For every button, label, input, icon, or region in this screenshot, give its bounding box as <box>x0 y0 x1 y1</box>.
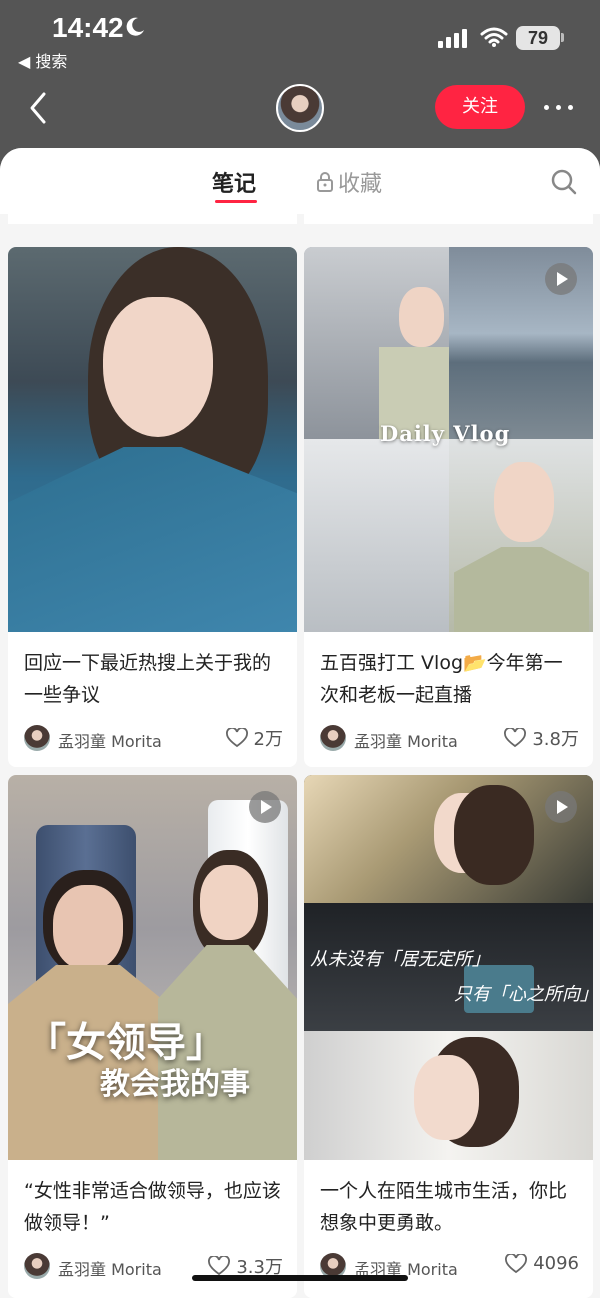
blazer-shape <box>8 447 297 632</box>
heart-icon <box>225 728 248 748</box>
post-card[interactable]: 「女领导」 教会我的事 “女性非常适合做领导，也应该做领导！” 孟羽童 Mori… <box>8 775 297 1298</box>
like-count: 4096 <box>533 1253 579 1274</box>
battery-tip <box>561 33 564 42</box>
author-avatar[interactable] <box>320 725 346 751</box>
status-time: 14:42 <box>52 12 124 43</box>
overlay-caption: Daily Vlog <box>380 421 511 446</box>
post-title[interactable]: 五百强打工 Vlog📂今年第一次和老板一起直播 <box>320 647 580 711</box>
status-bar: 14:42 ◀ 搜索 79 <box>0 0 600 80</box>
overlay-caption: 从未没有「居无定所」 <box>310 949 490 970</box>
author-name[interactable]: 孟羽童 Morita <box>354 728 458 752</box>
wifi-icon <box>480 27 508 47</box>
heart-icon <box>505 1253 528 1273</box>
post-card[interactable]: 从未没有「居无定所」 只有「心之所向」 一个人在陌生城市生活，你比想象中更勇敢。… <box>304 775 593 1298</box>
moon-icon <box>126 17 144 36</box>
post-title[interactable]: 一个人在陌生城市生活，你比想象中更勇敢。 <box>320 1175 580 1239</box>
author-name[interactable]: 孟羽童 Morita <box>58 1256 162 1280</box>
video-play-icon <box>249 791 281 823</box>
previous-post-stub <box>8 214 297 224</box>
profile-avatar[interactable] <box>276 84 324 132</box>
author-name[interactable]: 孟羽童 Morita <box>58 728 162 752</box>
face-shape <box>414 1055 479 1140</box>
post-title[interactable]: 回应一下最近热搜上关于我的一些争议 <box>24 647 284 711</box>
search-icon[interactable] <box>550 168 578 196</box>
author-avatar[interactable] <box>24 1253 50 1279</box>
back-arrow-icon[interactable] <box>24 90 54 126</box>
post-title[interactable]: “女性非常适合做领导，也应该做领导！” <box>24 1175 284 1239</box>
like-button[interactable]: 4096 <box>505 1253 579 1274</box>
video-play-icon <box>545 263 577 295</box>
author-avatar[interactable] <box>24 725 50 751</box>
like-button[interactable]: 3.8万 <box>504 725 579 751</box>
face-shape <box>200 865 258 940</box>
profile-tabs: 笔记 收藏 <box>0 148 600 214</box>
post-cover-image[interactable]: 「女领导」 教会我的事 <box>8 775 297 1160</box>
tab-favorites-label: 收藏 <box>338 172 383 197</box>
back-to-search-link[interactable]: ◀ 搜索 <box>18 48 67 72</box>
like-count: 3.8万 <box>532 729 579 750</box>
like-button[interactable]: 2万 <box>225 725 283 751</box>
home-indicator[interactable] <box>192 1275 408 1281</box>
post-cover-image[interactable]: Daily Vlog <box>304 247 593 632</box>
cellular-signal-icon <box>438 29 467 48</box>
post-cover-image[interactable] <box>8 247 297 632</box>
tab-notes[interactable]: 笔记 <box>212 166 256 198</box>
face-shape <box>494 462 554 542</box>
previous-post-stub <box>304 214 593 224</box>
overlay-subheading: 教会我的事 <box>100 1067 250 1102</box>
battery-indicator: 79 <box>516 26 560 50</box>
face-shape <box>103 297 213 437</box>
collage-tile <box>304 439 449 632</box>
video-play-icon <box>545 791 577 823</box>
overlay-caption: 只有「心之所向」 <box>454 984 593 1005</box>
face-shape <box>399 287 444 347</box>
hair-shape <box>454 785 534 885</box>
follow-button[interactable]: 关注 <box>435 85 525 129</box>
face-shape <box>53 885 123 970</box>
like-count: 2万 <box>253 729 283 750</box>
heart-icon <box>504 728 527 748</box>
lock-icon <box>317 172 333 192</box>
more-options-icon[interactable] <box>540 95 576 119</box>
post-cover-image[interactable]: 从未没有「居无定所」 只有「心之所向」 <box>304 775 593 1160</box>
active-tab-indicator <box>215 200 257 203</box>
post-card[interactable]: 回应一下最近热搜上关于我的一些争议 孟羽童 Morita 2万 <box>8 247 297 767</box>
post-card[interactable]: Daily Vlog 五百强打工 Vlog📂今年第一次和老板一起直播 孟羽童 M… <box>304 247 593 767</box>
heart-icon <box>208 1256 231 1276</box>
tab-favorites[interactable]: 收藏 <box>316 166 382 198</box>
